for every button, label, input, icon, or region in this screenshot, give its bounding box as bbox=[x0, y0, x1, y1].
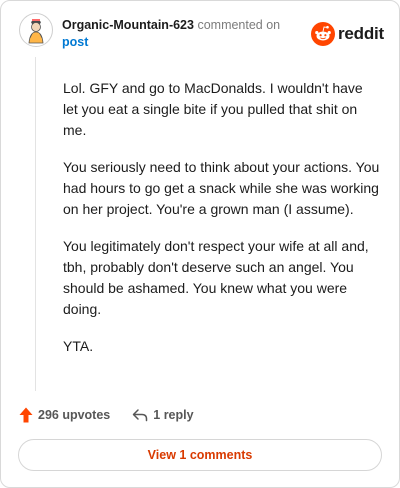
comment-body: Lol. GFY and go to MacDonalds. I wouldn'… bbox=[63, 78, 381, 373]
author-line: Organic-Mountain-623 commented on bbox=[62, 18, 280, 33]
comment-paragraph: You legitimately don't respect your wife… bbox=[63, 238, 369, 317]
thread-line[interactable] bbox=[35, 57, 36, 391]
comment-card: Organic-Mountain-623 commented on post r… bbox=[0, 0, 400, 488]
comment-paragraph: YTA. bbox=[63, 338, 94, 354]
reddit-logo[interactable]: reddit bbox=[311, 21, 384, 47]
author-name[interactable]: Organic-Mountain-623 bbox=[62, 18, 194, 32]
reddit-snoo-icon bbox=[311, 22, 335, 46]
avatar-icon[interactable] bbox=[19, 13, 53, 47]
upvote-arrow-icon[interactable] bbox=[19, 407, 33, 423]
upvote-count: 296 upvotes bbox=[38, 408, 111, 422]
reply-arrow-icon[interactable] bbox=[132, 408, 148, 422]
view-comments-button[interactable]: View 1 comments bbox=[18, 439, 382, 471]
reddit-wordmark: reddit bbox=[338, 24, 385, 43]
comment-paragraph: You seriously need to think about your a… bbox=[63, 159, 380, 217]
reply-count[interactable]: 1 reply bbox=[153, 408, 193, 422]
comment-action-text: commented on bbox=[197, 18, 281, 32]
comment-paragraph: Lol. GFY and go to MacDonalds. I wouldn'… bbox=[63, 80, 363, 138]
post-link[interactable]: post bbox=[62, 35, 88, 50]
comment-actions: 296 upvotes 1 reply bbox=[19, 405, 194, 425]
